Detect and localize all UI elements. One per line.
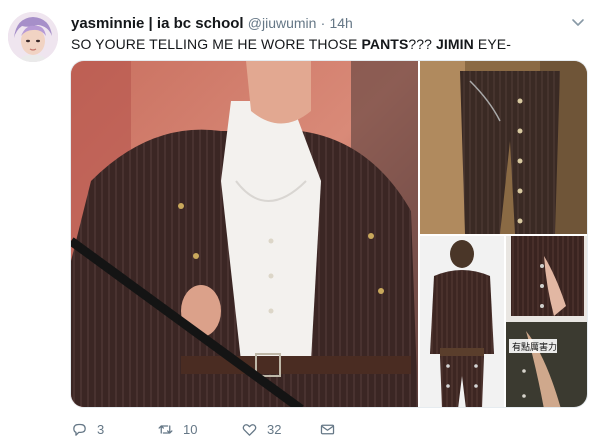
retweet-count: 10	[183, 421, 198, 437]
like-button[interactable]: 32	[241, 419, 281, 439]
direct-message-button[interactable]	[319, 419, 336, 439]
tweet-text-part: ???	[408, 36, 437, 52]
like-count: 32	[267, 421, 282, 437]
media-image-pants-side[interactable]	[420, 61, 587, 234]
tweet-text: SO YOURE TELLING ME HE WORE THOSE PANTS?…	[71, 35, 511, 54]
avatar-image	[8, 12, 58, 62]
media-image-performer[interactable]	[71, 61, 418, 407]
tweet-text-bold: JIMIN	[436, 36, 474, 52]
tweet-text-part: SO YOURE TELLING ME HE WORE THOSE	[71, 36, 362, 52]
separator-dot: ·	[320, 15, 326, 31]
media-image-runway-model[interactable]	[420, 236, 504, 407]
tweet-text-part: EYE-	[473, 36, 511, 52]
timestamp[interactable]: 14h	[329, 15, 352, 31]
user-handle[interactable]: @jiuwumin	[248, 15, 317, 31]
chevron-down-icon[interactable]	[570, 14, 586, 30]
media-grid: 有點厲害力	[70, 60, 588, 408]
envelope-icon	[320, 424, 335, 434]
media-caption: 有點厲害力	[512, 341, 557, 353]
retweet-icon	[158, 424, 173, 434]
tweet: yasminnie | ia bc school @jiuwumin · 14h…	[0, 0, 600, 444]
reply-icon	[73, 423, 86, 436]
avatar[interactable]	[8, 12, 58, 62]
reply-count: 3	[97, 421, 105, 437]
tweet-header: yasminnie | ia bc school @jiuwumin · 14h	[71, 13, 353, 33]
reply-button[interactable]: 3	[71, 419, 104, 439]
display-name[interactable]: yasminnie | ia bc school	[71, 15, 244, 32]
tweet-text-bold: PANTS	[361, 36, 409, 52]
retweet-button[interactable]: 10	[157, 419, 197, 439]
media-image-pants-back[interactable]: 有點厲害力	[506, 236, 587, 407]
heart-icon	[242, 423, 257, 436]
